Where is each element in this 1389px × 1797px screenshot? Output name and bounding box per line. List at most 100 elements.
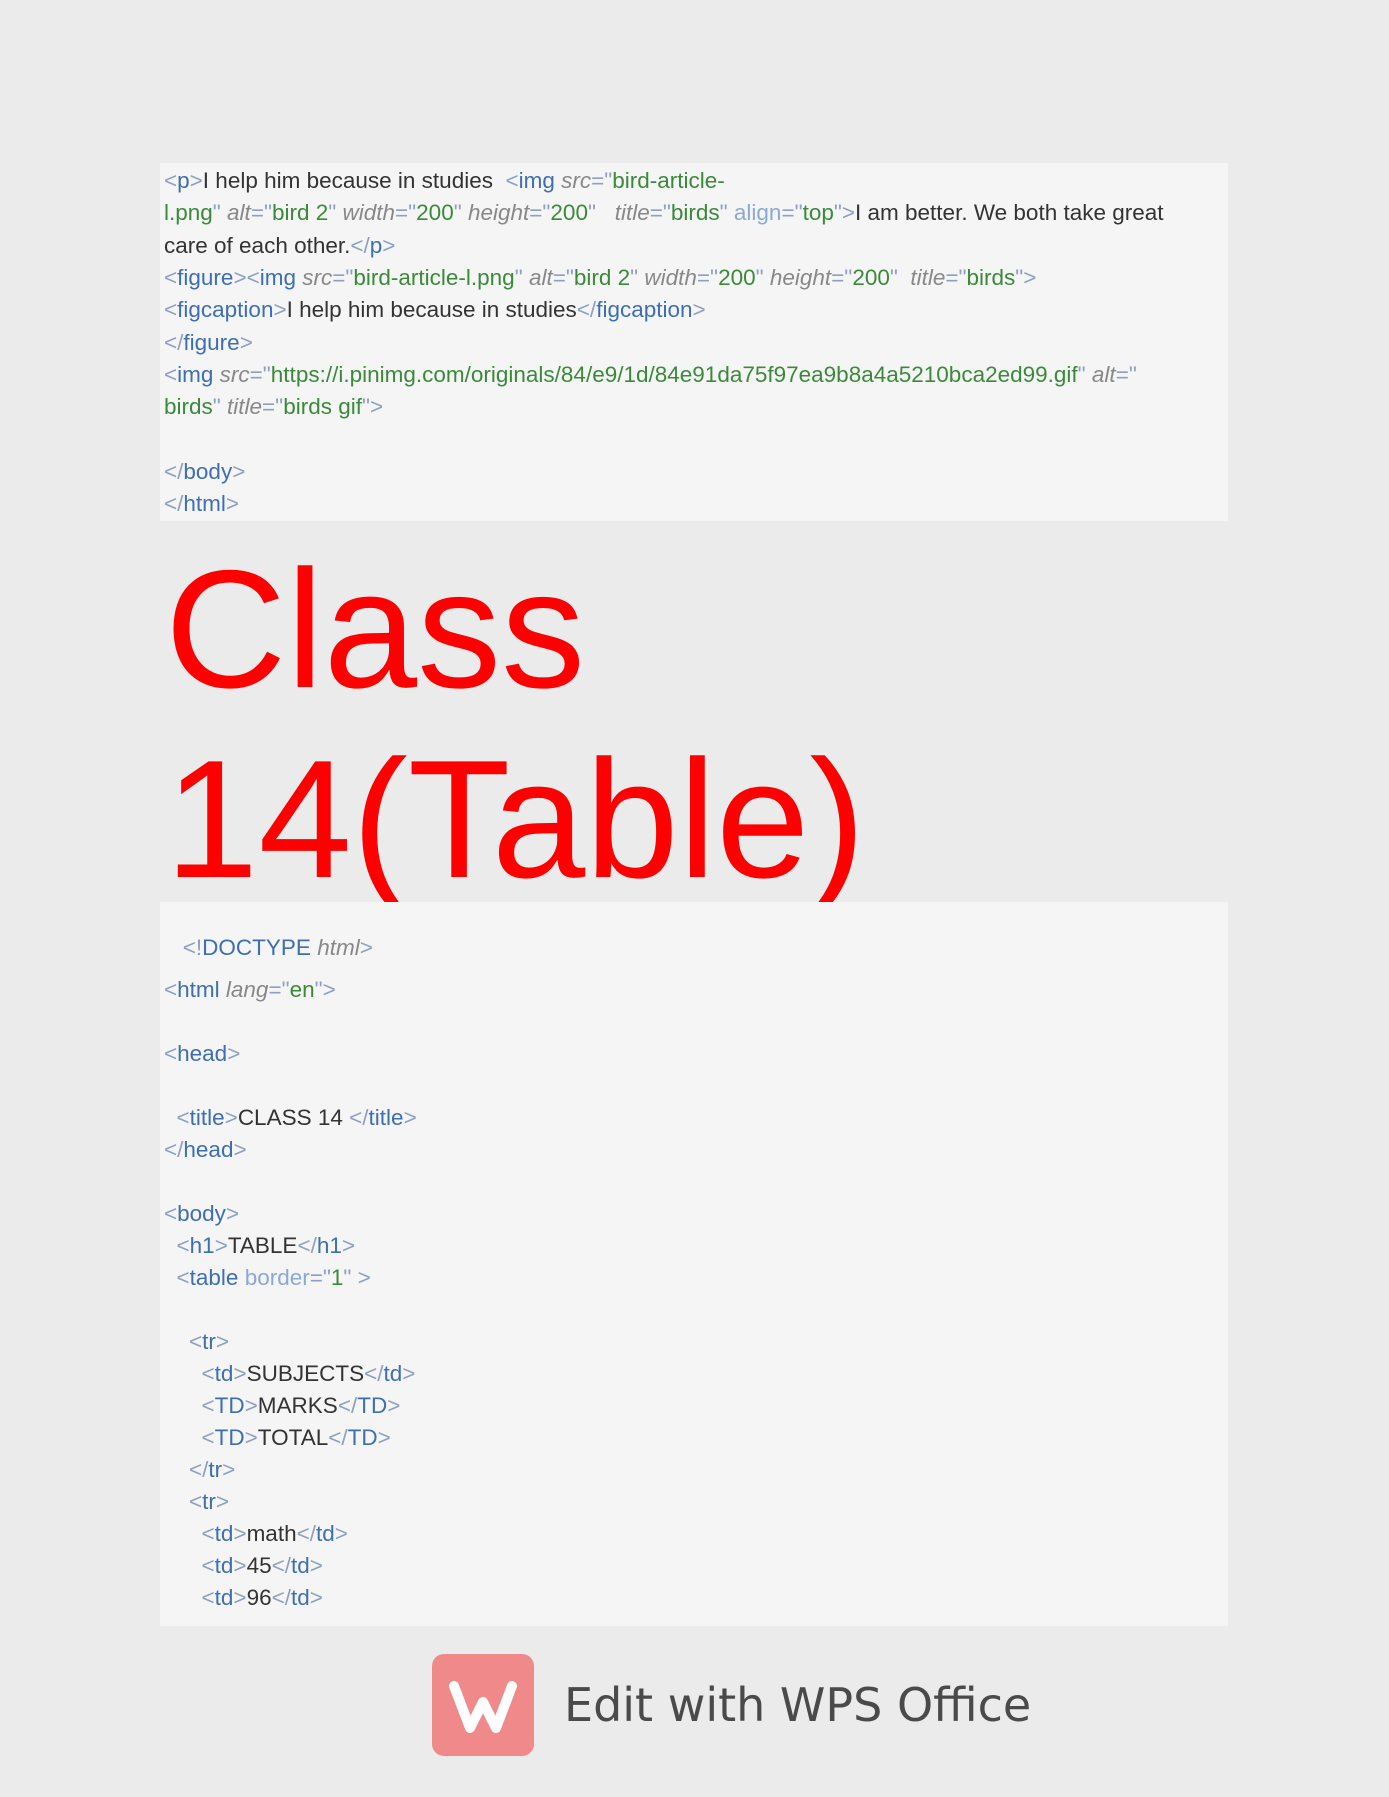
code-token: 1 xyxy=(330,1265,344,1290)
code-token: tr xyxy=(208,1457,223,1482)
code-token: DOCTYPE xyxy=(202,935,318,960)
code-line: <p>I help him because in studies <img sr… xyxy=(164,165,725,197)
code-token: " xyxy=(212,394,228,420)
code-token: </ xyxy=(189,1457,209,1482)
wps-office-logo-icon xyxy=(432,1654,534,1756)
code-line: <figcaption>I help him because in studie… xyxy=(164,294,706,326)
code-token: 200 xyxy=(416,200,454,226)
code-token: =" xyxy=(529,200,551,226)
code-line: <tr> xyxy=(164,1326,229,1358)
code-token: </ xyxy=(576,297,597,323)
code-token: < xyxy=(505,168,519,193)
code-token: h1 xyxy=(189,1233,215,1258)
code-token: TD xyxy=(214,1425,245,1450)
edit-with-wps-office-banner[interactable]: Edit with WPS Office xyxy=(432,1654,1031,1756)
code-token: =" xyxy=(696,264,719,290)
code-token: care of each other. xyxy=(164,232,351,258)
code-token: I help him because in studies xyxy=(202,168,506,193)
page-heading-line2: 14(Table) xyxy=(165,725,866,913)
code-token: src xyxy=(302,264,333,290)
code-token: > xyxy=(233,1361,247,1386)
code-token: figure xyxy=(183,329,240,355)
code-line: <td>96</td> xyxy=(164,1582,323,1614)
code-token: > xyxy=(309,1553,323,1578)
code-token: td xyxy=(291,1553,310,1578)
code-line: <table border="1" > xyxy=(164,1262,371,1294)
code-token: td xyxy=(214,1553,234,1578)
code-token: < xyxy=(164,168,178,193)
code-token: width xyxy=(342,200,396,226)
code-token: 200 xyxy=(852,264,890,290)
code-token: </ xyxy=(349,1105,369,1130)
code-token: " xyxy=(755,264,770,290)
code-token: img xyxy=(177,361,220,387)
code-line: <img src="https://i.pinimg.com/originals… xyxy=(164,359,1137,391)
code-token: < xyxy=(176,1233,190,1258)
code-token: width xyxy=(644,264,697,290)
code-line: <TD>TOTAL</TD> xyxy=(164,1422,391,1454)
code-token: html xyxy=(183,491,226,516)
code-token: "> xyxy=(361,394,384,420)
code-line: <td>math</td> xyxy=(164,1518,348,1550)
code-token: 200 xyxy=(550,200,588,226)
code-token: =" xyxy=(309,1265,331,1290)
code-token: > xyxy=(359,935,373,960)
code-token: lang xyxy=(225,977,269,1002)
code-token: h1 xyxy=(316,1233,342,1258)
code-block-bottom: <!DOCTYPE html> <html lang="en"> <head> <t… xyxy=(160,902,1228,1626)
code-token: =" xyxy=(250,200,272,226)
code-line: <h1>TABLE</h1> xyxy=(164,1230,356,1262)
code-token: > xyxy=(233,1553,247,1578)
code-token: height xyxy=(467,200,530,226)
code-token: < xyxy=(176,1265,190,1290)
code-token: =" xyxy=(249,361,271,387)
code-token: td xyxy=(291,1585,310,1610)
code-token: " xyxy=(1077,361,1092,387)
code-token: head xyxy=(177,1041,228,1066)
code-token: > xyxy=(215,1329,230,1354)
code-line: <!DOCTYPE html> xyxy=(164,932,373,964)
code-token: =" xyxy=(332,264,354,290)
code-token: </ xyxy=(350,232,370,258)
code-token: p xyxy=(177,168,190,193)
code-token: bird 2 xyxy=(271,200,329,226)
code-token: "> xyxy=(1015,264,1037,290)
code-token: < xyxy=(164,977,178,1002)
code-token: < xyxy=(189,1329,203,1354)
page-heading-line1: Class xyxy=(165,535,586,723)
code-token: < xyxy=(164,297,178,323)
code-token: bird-article-l.png xyxy=(353,264,515,290)
code-line: <title>CLASS 14 </title> xyxy=(164,1102,417,1134)
code-token: table xyxy=(189,1265,245,1290)
code-token: title xyxy=(614,200,650,226)
code-token: birds gif xyxy=(283,394,362,420)
code-token: I am better. We both take great xyxy=(855,200,1164,226)
wps-office-label: Edit with WPS Office xyxy=(564,1678,1032,1732)
code-token: > xyxy=(334,1521,348,1546)
code-token: " xyxy=(453,200,468,226)
code-token: td xyxy=(214,1585,234,1610)
code-token: > xyxy=(233,1521,247,1546)
code-token: 45 xyxy=(246,1553,272,1578)
code-token: TD xyxy=(347,1425,378,1450)
code-token: > xyxy=(382,232,396,258)
code-line: </body> xyxy=(164,456,245,488)
code-token: </ xyxy=(328,1425,348,1450)
code-token: figcaption xyxy=(596,297,693,323)
code-token: SUBJECTS xyxy=(246,1361,365,1386)
code-token: =" xyxy=(649,200,671,226)
code-token: > xyxy=(224,1105,238,1130)
code-token: </ xyxy=(297,1233,317,1258)
code-token: > xyxy=(215,1489,230,1514)
code-token: =" xyxy=(1115,361,1137,387)
code-token: <! xyxy=(182,935,203,960)
code-token: I help him because in studies xyxy=(286,297,577,323)
code-token: > xyxy=(244,1425,258,1450)
code-token: " xyxy=(587,200,615,226)
code-token: CLASS 14 xyxy=(237,1105,350,1130)
